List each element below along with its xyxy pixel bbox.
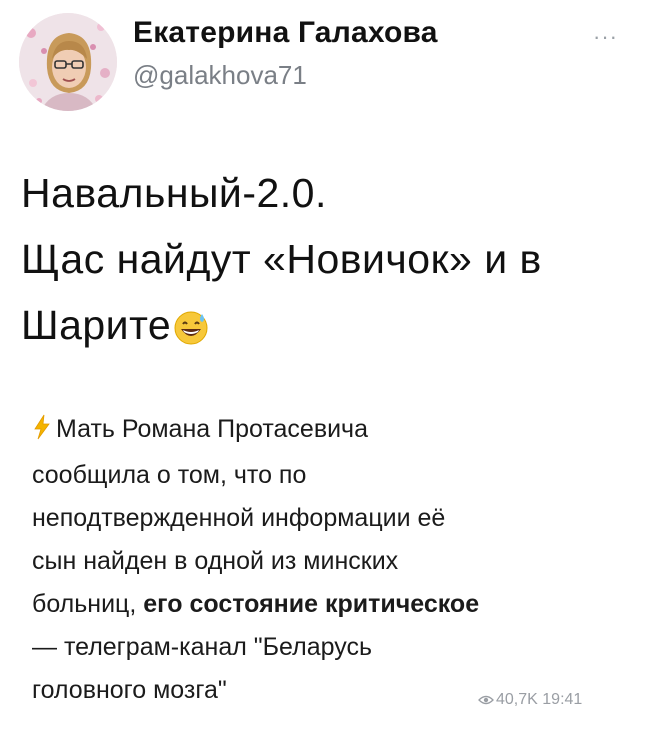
avatar[interactable]: [19, 13, 117, 111]
post-meta: 40,7K 19:41: [478, 691, 582, 711]
grinning-face-with-sweat-icon: [173, 298, 209, 364]
avatar-image: [19, 13, 117, 111]
tweet-text: Навальный-2.0. Щас найдут «Новичок» и в …: [21, 160, 641, 364]
post-time: 19:41: [542, 691, 583, 708]
author-display-name[interactable]: Екатерина Галахова: [133, 16, 438, 50]
author-handle[interactable]: @galakhova71: [133, 60, 307, 91]
lightning-icon: [32, 411, 52, 454]
quote-line: — телеграм-канал "Беларусь: [32, 633, 372, 661]
view-count: 40,7K: [496, 691, 538, 708]
quote-line-text: Мать Романа Протасевича: [56, 415, 368, 443]
quote-line: больниц, его состояние критическое: [32, 583, 632, 626]
quoted-post: Мать Романа Протасевича сообщила о том, …: [32, 408, 632, 712]
tweet-text-line: Шарите: [21, 292, 641, 364]
quote-bold-text: его состояние критическое: [143, 590, 480, 618]
quote-line: Мать Романа Протасевича: [32, 408, 632, 454]
tweet-text-line: Щас найдут «Новичок» и в: [21, 236, 542, 282]
quote-line-text: больниц,: [32, 590, 144, 618]
quote-line: сообщила о том, что по: [32, 461, 307, 489]
tweet-text-line: Навальный-2.0.: [21, 170, 327, 216]
quote-line: сын найден в одной из минских: [32, 547, 399, 575]
tweet-text-line-text: Шарите: [21, 302, 172, 348]
eye-icon: [478, 693, 494, 711]
quote-line: неподтвержденной информации её: [32, 504, 446, 532]
tweet-card: Екатерина Галахова @galakhova71 ··· Нава…: [0, 0, 652, 735]
more-options-button[interactable]: ···: [593, 24, 618, 50]
